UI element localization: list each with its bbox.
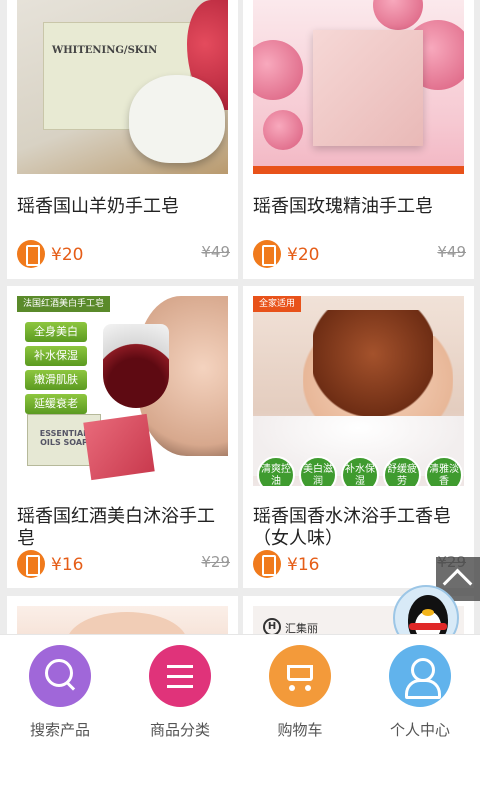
penguin-beak xyxy=(422,609,434,616)
bottom-nav: 搜索产品 商品分类 购物车 个人中心 xyxy=(0,634,480,800)
rose-graphic xyxy=(253,40,303,100)
nav-label[interactable]: 搜索产品 xyxy=(0,719,120,740)
image-tag: 补水保湿 xyxy=(25,346,87,366)
product-price: ¥16 xyxy=(287,555,320,575)
rose-graphic xyxy=(263,110,303,150)
product-price: ¥16 xyxy=(51,555,84,575)
image-tag: 嫩滑肌肤 xyxy=(25,370,87,390)
image-badge: 美白滋润 xyxy=(299,456,337,486)
product-image[interactable] xyxy=(253,0,464,174)
product-title[interactable]: 瑶香国玫瑰精油手工皂 xyxy=(253,196,468,218)
banner-strip xyxy=(253,166,464,174)
original-price: ¥49 xyxy=(201,243,230,261)
user-icon[interactable] xyxy=(389,645,451,707)
nav-label[interactable]: 个人中心 xyxy=(360,719,480,740)
rose-soap-graphic xyxy=(313,30,423,146)
phone-icon[interactable] xyxy=(17,240,45,268)
list-icon[interactable] xyxy=(149,645,211,707)
brand-logo-icon: H xyxy=(263,618,281,634)
phone-icon[interactable] xyxy=(17,550,45,578)
brand-text: 汇集丽 xyxy=(285,622,318,634)
nav-label[interactable]: 商品分类 xyxy=(120,719,240,740)
image-badge: 清爽控油 xyxy=(257,456,295,486)
phone-icon[interactable] xyxy=(253,240,281,268)
original-price: ¥49 xyxy=(437,243,466,261)
product-image[interactable]: 法国红酒美白手工皂 全身美白 补水保湿 嫩滑肌肤 延缓衰老 ESSENTIAL … xyxy=(17,296,228,486)
product-price: ¥20 xyxy=(51,245,84,265)
image-label: 全家适用 xyxy=(253,296,302,312)
image-badge: 舒缓疲劳 xyxy=(383,456,421,486)
image-label: 法国红酒美白手工皂 xyxy=(17,296,111,312)
product-title[interactable]: 瑶香国红酒美白沐浴手工皂 xyxy=(17,506,232,550)
search-icon[interactable] xyxy=(29,645,91,707)
image-tag: 全身美白 xyxy=(25,322,87,342)
hair-graphic xyxy=(313,310,433,420)
image-badge: 清雅淡香 xyxy=(425,456,463,486)
nav-categories[interactable]: 商品分类 xyxy=(120,645,240,745)
nav-profile[interactable]: 个人中心 xyxy=(360,645,480,745)
product-card[interactable]: WHITENING/SKIN 瑶香国山羊奶手工皂 ¥20 ¥49 xyxy=(7,0,238,279)
product-grid: WHITENING/SKIN 瑶香国山羊奶手工皂 ¥20 ¥49 瑶香国玫瑰精油… xyxy=(0,0,480,634)
penguin-scarf xyxy=(409,623,447,630)
wine-glass-graphic xyxy=(103,324,169,408)
product-card[interactable]: 法国红酒美白手工皂 全身美白 补水保湿 嫩滑肌肤 延缓衰老 ESSENTIAL … xyxy=(7,286,238,588)
phone-icon[interactable] xyxy=(253,550,281,578)
product-price: ¥20 xyxy=(287,245,320,265)
nav-search[interactable]: 搜索产品 xyxy=(0,645,120,745)
product-title[interactable]: 瑶香国山羊奶手工皂 xyxy=(17,196,232,218)
product-image[interactable]: WHITENING/SKIN xyxy=(17,0,228,174)
product-card[interactable]: 瑶香国玫瑰精油手工皂 ¥20 ¥49 xyxy=(243,0,474,279)
original-price: ¥29 xyxy=(201,553,230,571)
red-soap-graphic xyxy=(83,413,155,481)
product-image[interactable]: 全家适用 清爽控油 美白滋润 补水保湿 舒缓疲劳 清雅淡香 xyxy=(253,296,464,486)
image-badge: 补水保湿 xyxy=(341,456,379,486)
cart-icon[interactable] xyxy=(269,645,331,707)
rose-graphic xyxy=(373,0,423,30)
product-card[interactable] xyxy=(7,596,238,634)
nav-label[interactable]: 购物车 xyxy=(240,719,360,740)
product-image[interactable] xyxy=(17,606,228,634)
nav-cart[interactable]: 购物车 xyxy=(240,645,360,745)
box-text: WHITENING/SKIN xyxy=(52,45,158,56)
face-graphic xyxy=(67,612,187,634)
product-card[interactable]: 全家适用 清爽控油 美白滋润 补水保湿 舒缓疲劳 清雅淡香 瑶香国香水沐浴手工香… xyxy=(243,286,474,588)
image-tag: 延缓衰老 xyxy=(25,394,87,414)
product-title[interactable]: 瑶香国香水沐浴手工香皂（女人味） xyxy=(253,506,468,550)
heart-soap-graphic xyxy=(129,75,225,163)
